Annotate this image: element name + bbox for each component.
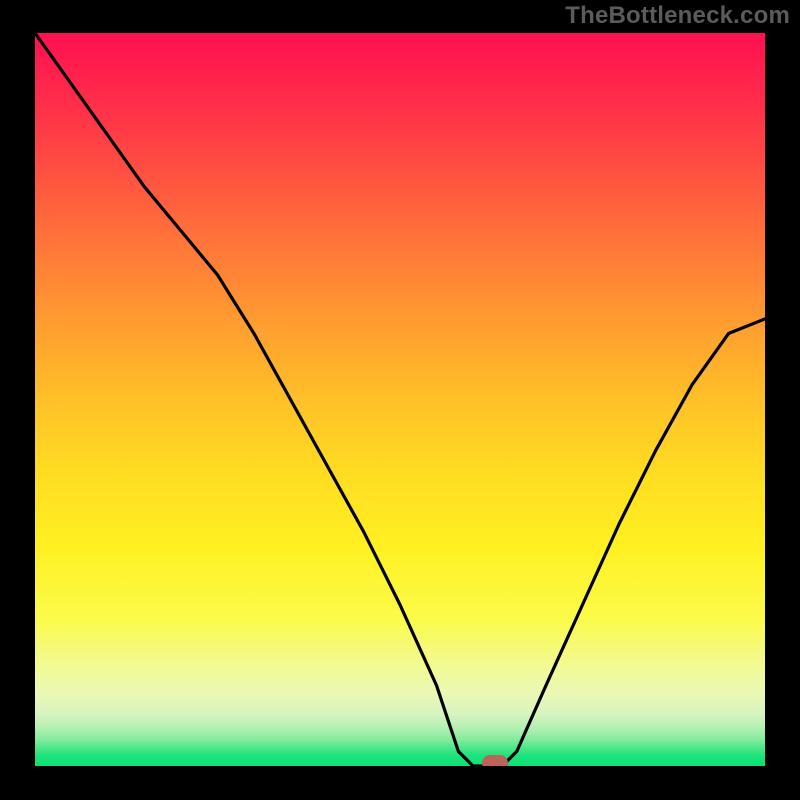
optimal-marker (482, 755, 508, 766)
bottleneck-curve (35, 33, 765, 766)
plot-area (35, 33, 765, 766)
watermark-text: TheBottleneck.com (565, 2, 790, 30)
chart-frame: TheBottleneck.com (0, 0, 800, 800)
